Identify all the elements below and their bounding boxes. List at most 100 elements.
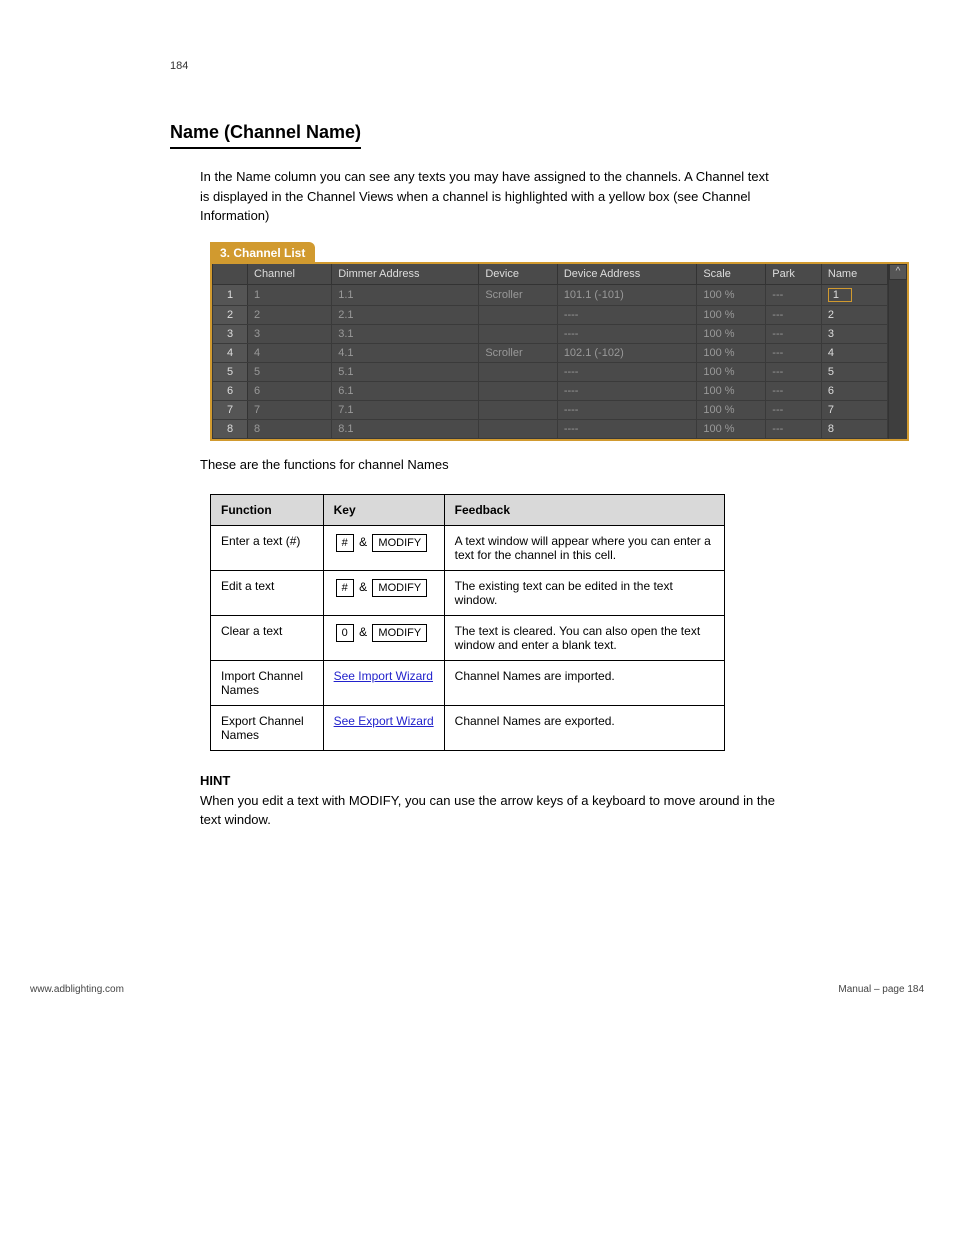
- cell-device-address[interactable]: ----: [557, 305, 697, 324]
- col-park[interactable]: Park: [766, 264, 822, 285]
- rownum[interactable]: 6: [213, 381, 248, 400]
- cell-channel[interactable]: 1: [248, 284, 332, 305]
- cell-device[interactable]: [479, 419, 557, 438]
- cell-channel[interactable]: 8: [248, 419, 332, 438]
- cell-scale[interactable]: 100 %: [697, 343, 766, 362]
- func-cell-key: # & MODIFY: [323, 571, 444, 616]
- cell-device-address[interactable]: ----: [557, 419, 697, 438]
- cell-dimmer[interactable]: 2.1: [332, 305, 479, 324]
- cell-channel[interactable]: 5: [248, 362, 332, 381]
- cell-device-address[interactable]: 101.1 (-101): [557, 284, 697, 305]
- func-cell-function: Edit a text: [211, 571, 324, 616]
- col-device-address[interactable]: Device Address: [557, 264, 697, 285]
- table-row[interactable]: 222.1----100 %---2: [213, 305, 888, 324]
- cell-channel[interactable]: 6: [248, 381, 332, 400]
- cell-dimmer[interactable]: 1.1: [332, 284, 479, 305]
- cell-scale[interactable]: 100 %: [697, 305, 766, 324]
- cell-scale[interactable]: 100 %: [697, 362, 766, 381]
- link-reference[interactable]: See Import Wizard: [334, 669, 433, 683]
- cell-device-address[interactable]: ----: [557, 324, 697, 343]
- func-cell-key: See Export Wizard: [323, 706, 444, 751]
- cell-dimmer[interactable]: 6.1: [332, 381, 479, 400]
- cell-dimmer[interactable]: 3.1: [332, 324, 479, 343]
- cell-park[interactable]: ---: [766, 400, 822, 419]
- scroll-up-icon[interactable]: ^: [889, 264, 907, 280]
- cell-park[interactable]: ---: [766, 305, 822, 324]
- cell-device[interactable]: [479, 381, 557, 400]
- cell-device[interactable]: [479, 305, 557, 324]
- col-dimmer-address[interactable]: Dimmer Address: [332, 264, 479, 285]
- cell-device[interactable]: [479, 324, 557, 343]
- func-cell-function: Enter a text (#): [211, 526, 324, 571]
- func-cell-feedback: Channel Names are exported.: [444, 706, 724, 751]
- cell-scale[interactable]: 100 %: [697, 419, 766, 438]
- func-row: Clear a text0 & MODIFYThe text is cleare…: [211, 616, 725, 661]
- table-row[interactable]: 777.1----100 %---7: [213, 400, 888, 419]
- cell-scale[interactable]: 100 %: [697, 324, 766, 343]
- cell-scale[interactable]: 100 %: [697, 400, 766, 419]
- cell-name[interactable]: 5: [821, 362, 887, 381]
- cell-park[interactable]: ---: [766, 324, 822, 343]
- cell-dimmer[interactable]: 4.1: [332, 343, 479, 362]
- page-number: 184: [170, 60, 854, 72]
- cell-dimmer[interactable]: 7.1: [332, 400, 479, 419]
- func-cell-key: 0 & MODIFY: [323, 616, 444, 661]
- func-cell-feedback: A text window will appear where you can …: [444, 526, 724, 571]
- cell-park[interactable]: ---: [766, 419, 822, 438]
- rownum[interactable]: 3: [213, 324, 248, 343]
- cell-device-address[interactable]: 102.1 (-102): [557, 343, 697, 362]
- cell-device[interactable]: [479, 362, 557, 381]
- rownum[interactable]: 7: [213, 400, 248, 419]
- rownum[interactable]: 8: [213, 419, 248, 438]
- link-reference[interactable]: See Export Wizard: [334, 714, 434, 728]
- cell-park[interactable]: ---: [766, 362, 822, 381]
- cell-name[interactable]: 6: [821, 381, 887, 400]
- cell-channel[interactable]: 3: [248, 324, 332, 343]
- cell-device[interactable]: Scroller: [479, 284, 557, 305]
- rownum[interactable]: 1: [213, 284, 248, 305]
- rownum[interactable]: 2: [213, 305, 248, 324]
- col-channel[interactable]: Channel: [248, 264, 332, 285]
- col-scale[interactable]: Scale: [697, 264, 766, 285]
- cell-scale[interactable]: 100 %: [697, 381, 766, 400]
- cell-name[interactable]: 7: [821, 400, 887, 419]
- cell-device-address[interactable]: ----: [557, 362, 697, 381]
- key-#: #: [336, 579, 354, 597]
- scrollbar[interactable]: ^: [888, 264, 907, 439]
- functions-intro: These are the functions for channel Name…: [200, 455, 780, 475]
- cell-device[interactable]: [479, 400, 557, 419]
- cell-name[interactable]: 3: [821, 324, 887, 343]
- cell-name[interactable]: 2: [821, 305, 887, 324]
- cell-park[interactable]: ---: [766, 284, 822, 305]
- cell-name[interactable]: 4: [821, 343, 887, 362]
- table-row[interactable]: 666.1----100 %---6: [213, 381, 888, 400]
- cell-channel[interactable]: 4: [248, 343, 332, 362]
- cell-park[interactable]: ---: [766, 343, 822, 362]
- cell-park[interactable]: ---: [766, 381, 822, 400]
- col-name[interactable]: Name: [821, 264, 887, 285]
- rownum[interactable]: 5: [213, 362, 248, 381]
- table-row[interactable]: 555.1----100 %---5: [213, 362, 888, 381]
- cell-dimmer[interactable]: 5.1: [332, 362, 479, 381]
- table-row[interactable]: 444.1Scroller102.1 (-102)100 %---4: [213, 343, 888, 362]
- rownum[interactable]: 4: [213, 343, 248, 362]
- table-row[interactable]: 333.1----100 %---3: [213, 324, 888, 343]
- cell-channel[interactable]: 2: [248, 305, 332, 324]
- cell-name[interactable]: 8: [821, 419, 887, 438]
- panel-tab[interactable]: 3. Channel List: [210, 242, 315, 264]
- func-header-feedback: Feedback: [444, 495, 724, 526]
- table-row[interactable]: 888.1----100 %---8: [213, 419, 888, 438]
- col-device[interactable]: Device: [479, 264, 557, 285]
- cell-dimmer[interactable]: 8.1: [332, 419, 479, 438]
- cell-device-address[interactable]: ----: [557, 400, 697, 419]
- cell-device-address[interactable]: ----: [557, 381, 697, 400]
- key-modify: MODIFY: [372, 579, 427, 597]
- cell-name[interactable]: 1: [821, 284, 887, 305]
- functions-table: Function Key Feedback Enter a text (#)# …: [210, 494, 725, 751]
- cell-channel[interactable]: 7: [248, 400, 332, 419]
- cell-scale[interactable]: 100 %: [697, 284, 766, 305]
- func-cell-function: Export Channel Names: [211, 706, 324, 751]
- func-header-function: Function: [211, 495, 324, 526]
- cell-device[interactable]: Scroller: [479, 343, 557, 362]
- table-row[interactable]: 111.1Scroller101.1 (-101)100 %---1: [213, 284, 888, 305]
